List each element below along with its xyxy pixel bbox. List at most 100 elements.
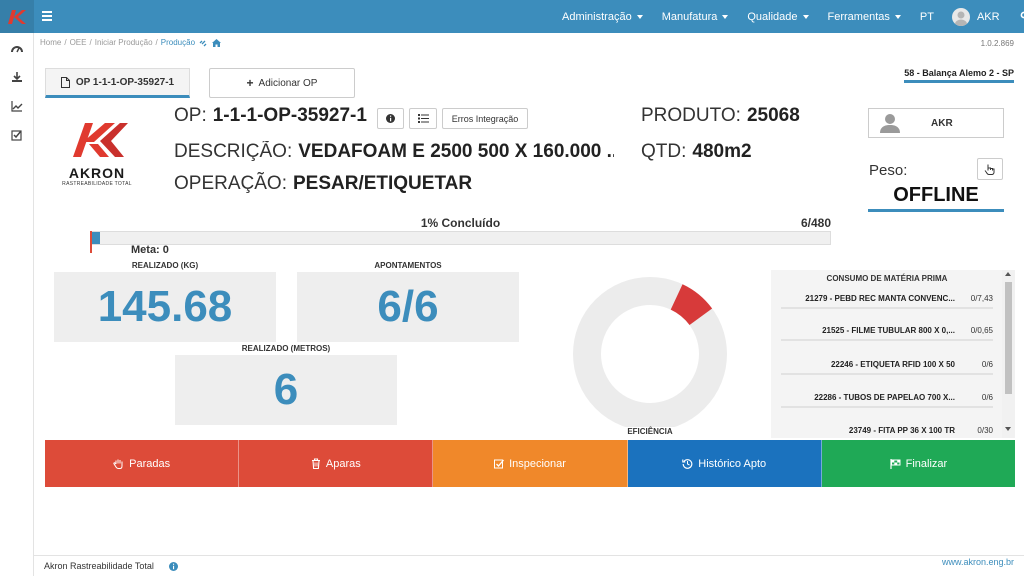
add-op-button[interactable]: + Adicionar OP bbox=[209, 68, 355, 98]
top-navbar: Administração Manufatura Qualidade Ferra… bbox=[0, 0, 1024, 33]
finalizar-button[interactable]: Finalizar bbox=[821, 440, 1016, 487]
apontamentos-label: APONTAMENTOS bbox=[374, 261, 442, 270]
dashboard-icon[interactable] bbox=[11, 43, 23, 55]
caret-down-icon bbox=[894, 14, 901, 19]
brand-tagline: RASTREABILIDADE TOTAL bbox=[62, 181, 132, 187]
info-button[interactable] bbox=[377, 108, 404, 129]
inspecionar-button[interactable]: Inspecionar bbox=[433, 440, 628, 487]
history-icon bbox=[682, 459, 693, 469]
descricao-row: DESCRIÇÃO: VEDAFOAM E 2500 500 X 160.000 … bbox=[174, 141, 614, 163]
scale-connect-button[interactable] bbox=[977, 158, 1003, 180]
consumo-scrollbar[interactable] bbox=[1002, 270, 1015, 438]
user-icon bbox=[880, 114, 900, 133]
footer-website-link[interactable]: www.akron.eng.br bbox=[942, 557, 1014, 567]
breadcrumb-producao[interactable]: Produção bbox=[161, 38, 195, 47]
link-icon[interactable] bbox=[199, 39, 208, 47]
language-selector[interactable]: PT bbox=[920, 0, 934, 33]
station-label[interactable]: 58 - Balança Alemo 2 - SP bbox=[904, 68, 1014, 83]
list-button[interactable] bbox=[409, 108, 437, 129]
avatar bbox=[951, 7, 970, 26]
akron-logo: AKRON RASTREABILIDADE TOTAL bbox=[58, 120, 136, 187]
op-number: 1-1-1-OP-35927-1 bbox=[212, 105, 367, 126]
hand-stop-icon bbox=[113, 459, 123, 469]
list-item[interactable]: 23749 - FITA PP 36 X 100 TR 0/30 bbox=[781, 421, 993, 438]
action-bar: Paradas Aparas Inspecionar Histórico Apt… bbox=[45, 440, 1016, 487]
footer-app-name: Akron Rastreabilidade Total bbox=[44, 561, 154, 571]
menu-ferramentas[interactable]: Ferramentas bbox=[828, 0, 901, 33]
progress-count: 6/480 bbox=[800, 216, 831, 230]
app-logo-icon[interactable] bbox=[0, 0, 34, 33]
efficiency-arc bbox=[670, 284, 713, 326]
settings-gear-icon[interactable] bbox=[1020, 0, 1024, 33]
progress-fill bbox=[91, 232, 101, 244]
breadcrumb-iniciar-producao[interactable]: Iniciar Produção bbox=[95, 38, 153, 47]
paradas-button[interactable]: Paradas bbox=[45, 440, 240, 487]
historico-apto-button[interactable]: Histórico Apto bbox=[627, 440, 822, 487]
user-menu[interactable]: AKR bbox=[951, 0, 1000, 33]
peso-label: Peso: bbox=[869, 162, 908, 179]
list-item[interactable]: 22286 - TUBOS DE PAPELAO 700 X... 0/6 bbox=[781, 388, 993, 408]
sidebar bbox=[0, 33, 34, 576]
caret-down-icon bbox=[636, 14, 643, 19]
produto-row: PRODUTO: 25068 bbox=[641, 105, 800, 126]
breadcrumb-home[interactable]: Home bbox=[40, 38, 61, 47]
scroll-up-icon[interactable] bbox=[1005, 272, 1011, 276]
list-item[interactable]: 22246 - ETIQUETA RFID 100 X 50 0/6 bbox=[781, 355, 993, 375]
apontamentos-value[interactable]: 6/6 bbox=[297, 272, 519, 342]
caret-down-icon bbox=[722, 14, 729, 19]
meta-label: Meta: 0 bbox=[131, 244, 169, 256]
flag-checkered-icon bbox=[890, 458, 901, 469]
progress-label: 1% Concluído bbox=[420, 216, 501, 230]
sidebar-toggle-icon[interactable] bbox=[42, 9, 52, 23]
produto-value: 25068 bbox=[746, 105, 800, 126]
aparas-button[interactable]: Aparas bbox=[239, 440, 434, 487]
realizado-m-value: 6 bbox=[175, 355, 397, 425]
consumo-title: CONSUMO DE MATÉRIA PRIMA bbox=[826, 274, 948, 283]
menu-qualidade[interactable]: Qualidade bbox=[747, 0, 809, 33]
akron-mark-icon bbox=[73, 123, 128, 157]
footer: Akron Rastreabilidade Total www.akron.en… bbox=[34, 555, 1024, 576]
info-icon[interactable] bbox=[169, 562, 178, 571]
checkbox-icon[interactable] bbox=[11, 129, 23, 141]
eficiencia-label: EFICIÊNCIA bbox=[627, 427, 673, 436]
list-item[interactable]: 21525 - FILME TUBULAR 800 X 0,... 0/0,65 bbox=[781, 321, 993, 341]
app-version: 1.0.2.869 bbox=[980, 39, 1014, 48]
progress-bar bbox=[90, 231, 831, 245]
brand-name: AKRON bbox=[68, 165, 126, 181]
operacao-row: OPERAÇÃO: PESAR/ETIQUETAR bbox=[174, 173, 473, 194]
qtd-value: 480m2 bbox=[692, 141, 752, 162]
op-row: OP: 1-1-1-OP-35927-1 bbox=[174, 105, 367, 126]
realizado-kg-label: REALIZADO (KG) bbox=[131, 261, 199, 270]
meta-marker bbox=[90, 231, 92, 253]
tab-op[interactable]: OP 1-1-1-OP-35927-1 bbox=[45, 68, 190, 98]
operator-card[interactable]: AKR bbox=[868, 108, 1004, 138]
menu-manufatura[interactable]: Manufatura bbox=[662, 0, 729, 33]
download-icon[interactable] bbox=[11, 71, 23, 83]
info-icon bbox=[386, 114, 395, 123]
check-square-icon bbox=[494, 459, 505, 468]
descricao-value: VEDAFOAM E 2500 500 X 160.000 ... bbox=[298, 141, 614, 162]
efficiency-gauge bbox=[573, 277, 727, 427]
scroll-thumb[interactable] bbox=[1005, 282, 1012, 394]
peso-status: OFFLINE bbox=[868, 184, 1004, 212]
plus-icon: + bbox=[246, 76, 254, 90]
consumo-panel: CONSUMO DE MATÉRIA PRIMA 21279 - PEBD RE… bbox=[771, 270, 1015, 438]
breadcrumb: Home / OEE / Iniciar Produção / Produção bbox=[40, 38, 222, 47]
realizado-m-label: REALIZADO (METROS) bbox=[241, 344, 331, 353]
home-icon[interactable] bbox=[212, 38, 222, 47]
trash-icon bbox=[311, 458, 320, 469]
qtd-row: QTD: 480m2 bbox=[641, 141, 752, 162]
erros-integracao-button[interactable]: Erros Integração bbox=[442, 108, 528, 129]
hand-pointer-icon bbox=[984, 164, 995, 175]
breadcrumb-oee[interactable]: OEE bbox=[70, 38, 87, 47]
menu-administracao[interactable]: Administração bbox=[562, 0, 643, 33]
caret-down-icon bbox=[802, 14, 809, 19]
realizado-kg-value: 145.68 bbox=[54, 272, 276, 342]
file-icon bbox=[60, 76, 70, 88]
scroll-down-icon[interactable] bbox=[1005, 427, 1011, 431]
list-item[interactable]: 21279 - PEBD REC MANTA CONVENC... 0/7,43 bbox=[781, 289, 993, 309]
list-icon bbox=[417, 114, 429, 123]
line-chart-icon[interactable] bbox=[11, 100, 23, 112]
operacao-value: PESAR/ETIQUETAR bbox=[292, 173, 473, 194]
operator-name: AKR bbox=[931, 117, 953, 129]
